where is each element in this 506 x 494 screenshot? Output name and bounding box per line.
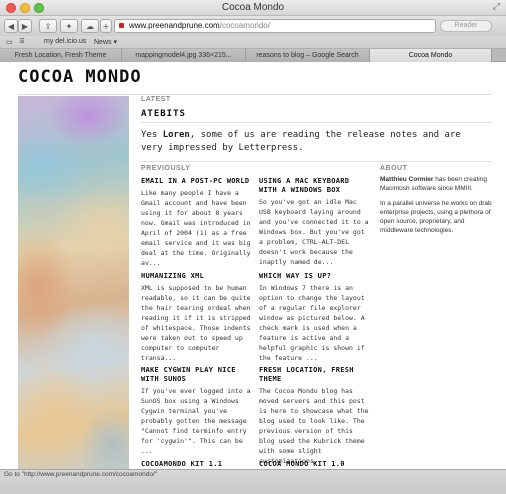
latest-heading: LATEST: [141, 96, 171, 103]
post-excerpt: In Windows 7 there is an option to chang…: [259, 284, 365, 362]
post-excerpt: XML is supposed to be human readable, so…: [141, 284, 251, 362]
browser-toolbar: ◀ ▶ ⇪ ✦ ☁ + www.preenandprune.com/cocoam…: [0, 16, 506, 36]
tab-label: reasons to blog – Google Search: [256, 52, 359, 59]
tab-label: Fresh Location, Fresh Theme: [14, 52, 107, 59]
post-title[interactable]: Which Way is Up?: [259, 272, 371, 281]
settings-button[interactable]: ✦: [60, 19, 78, 33]
latest-body-link[interactable]: Loren: [163, 130, 190, 140]
post-card: Cocoa Mondo Kit 1.0: [259, 460, 371, 469]
author-name: Matthieu Cormier: [380, 176, 434, 183]
divider: [141, 161, 492, 162]
fullscreen-icon[interactable]: ⤢: [493, 2, 500, 12]
painted-artwork-image: [18, 96, 129, 469]
post-card: Email in a Post-PC World Like many peopl…: [141, 177, 253, 268]
post-title[interactable]: Using a Mac Keyboard with a Windows Box: [259, 177, 371, 195]
tab-fresh-location[interactable]: Fresh Location, Fresh Theme: [0, 49, 122, 62]
reader-button[interactable]: Reader: [440, 20, 492, 32]
latest-body-text: , some of us are reading the release not…: [141, 130, 461, 153]
forward-arrow-icon: ▶: [21, 21, 29, 31]
share-icon: ⇪: [44, 21, 52, 31]
bookmarks-bar: ▭ ⌸ my del.icio.us News ▾: [0, 36, 506, 49]
tab-label: mappingmodel4.jpg 336×215...: [135, 52, 232, 59]
status-bar: Go to "http://www.preenandprune.com/coco…: [0, 469, 506, 494]
tab-label: Cocoa Mondo: [408, 52, 453, 59]
icloud-tabs-button[interactable]: ☁: [81, 19, 99, 33]
forward-button[interactable]: ▶: [18, 19, 32, 33]
post-excerpt: If you've ever logged into a SunOS box u…: [141, 387, 251, 455]
post-title[interactable]: Humanizing XML: [141, 272, 253, 281]
post-title[interactable]: Fresh Location, Fresh Theme: [259, 366, 371, 384]
post-excerpt: So you've got an idle Mac USB keyboard l…: [259, 198, 369, 266]
post-card: Fresh Location, Fresh Theme The Cocoa Mo…: [259, 366, 371, 466]
tab-google-search[interactable]: reasons to blog – Google Search: [246, 49, 370, 62]
back-arrow-icon: ◀: [7, 21, 15, 31]
latest-body-text: Yes: [141, 130, 163, 140]
post-title[interactable]: Email in a Post-PC World: [141, 177, 253, 186]
post-card: Humanizing XML XML is supposed to be hum…: [141, 272, 253, 363]
post-title[interactable]: CocoaMondo Kit 1.1: [141, 460, 253, 469]
tab-bar: Fresh Location, Fresh Theme mappingmodel…: [0, 49, 506, 62]
post-card: Using a Mac Keyboard with a Windows Box …: [259, 177, 371, 267]
reading-list-icon[interactable]: ▭: [6, 38, 13, 46]
bookmark-delicious[interactable]: my del.icio.us: [44, 38, 86, 45]
previously-heading: PREVIOUSLY: [141, 165, 191, 172]
latest-post-body: Yes Loren, some of us are reading the re…: [141, 129, 486, 155]
url-host: www.preenandprune.com: [129, 21, 220, 30]
post-excerpt: The Cocoa Mondo blog has moved servers a…: [259, 387, 369, 465]
bookmark-news-folder[interactable]: News ▾: [94, 38, 117, 46]
latest-post-title[interactable]: ATEBITS: [141, 109, 186, 119]
top-sites-icon[interactable]: ⌸: [20, 38, 24, 46]
tab-mappingmodel[interactable]: mappingmodel4.jpg 336×215...: [122, 49, 246, 62]
site-favicon-icon: [119, 23, 124, 28]
new-tab-button[interactable]: +: [100, 19, 112, 33]
plus-icon: +: [102, 21, 110, 31]
post-card: CocoaMondo Kit 1.1: [141, 460, 253, 469]
tab-cocoa-mondo[interactable]: Cocoa Mondo: [370, 49, 492, 62]
post-excerpt: Like many people I have a Gmail account …: [141, 189, 251, 267]
window-title: Cocoa Mondo: [221, 2, 285, 13]
window-titlebar: Cocoa Mondo ⤢: [0, 0, 506, 16]
wrench-icon: ✦: [65, 21, 73, 31]
back-button[interactable]: ◀: [4, 19, 18, 33]
post-card: Which Way is Up? In Windows 7 there is a…: [259, 272, 371, 363]
post-title[interactable]: Cocoa Mondo Kit 1.0: [259, 460, 371, 469]
url-path: /cocoamondo/: [219, 21, 270, 30]
about-bio-secondary: In a parallel universe he works on drab …: [380, 200, 492, 234]
web-page: COCOA MONDO LATEST ATEBITS Yes Loren, so…: [0, 62, 506, 469]
address-bar[interactable]: www.preenandprune.com/cocoamondo/: [114, 19, 436, 33]
divider: [141, 122, 492, 123]
status-text: Go to "http://www.preenandprune.com/coco…: [4, 471, 158, 478]
site-title[interactable]: COCOA MONDO: [18, 67, 142, 87]
about-bio: Matthieu Cormier has been creating Macin…: [380, 175, 498, 193]
post-card: Make Cygwin Play Nice with SunOS If you'…: [141, 366, 253, 456]
post-title[interactable]: Make Cygwin Play Nice with SunOS: [141, 366, 253, 384]
divider: [18, 94, 492, 95]
share-button[interactable]: ⇪: [39, 19, 57, 33]
about-heading: ABOUT: [380, 165, 408, 172]
cloud-icon: ☁: [86, 21, 94, 31]
